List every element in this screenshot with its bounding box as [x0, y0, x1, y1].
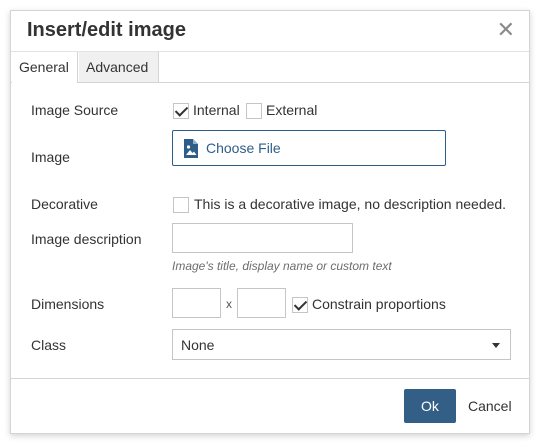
width-input[interactable]: [172, 288, 221, 318]
insert-image-dialog: Insert/edit image ✕ General Advanced Ima…: [10, 10, 530, 434]
image-source-label: Image Source: [31, 102, 119, 118]
image-description-input[interactable]: [172, 223, 353, 253]
class-select-value: None: [181, 337, 215, 353]
dialog-titlebar: Insert/edit image ✕: [11, 11, 529, 52]
dimension-separator: x: [226, 297, 232, 311]
height-input[interactable]: [237, 288, 286, 318]
external-label[interactable]: External: [266, 102, 317, 118]
tab-general[interactable]: General: [12, 52, 78, 83]
tab-advanced[interactable]: Advanced: [79, 52, 159, 82]
dialog-footer: Ok Cancel: [11, 378, 529, 433]
ok-button[interactable]: Ok: [404, 389, 456, 423]
decorative-label: Decorative: [31, 196, 98, 212]
tab-bar: General Advanced: [11, 52, 529, 83]
image-description-help: Image's title, display name or custom te…: [172, 259, 392, 273]
dimensions-label: Dimensions: [31, 296, 105, 312]
image-description-label: Image description: [31, 231, 142, 247]
external-checkbox[interactable]: [246, 103, 262, 119]
dialog-title: Insert/edit image: [27, 19, 186, 41]
constrain-label[interactable]: Constrain proportions: [312, 296, 446, 312]
decorative-checkbox-label[interactable]: This is a decorative image, no descripti…: [194, 196, 506, 212]
internal-label[interactable]: Internal: [193, 102, 240, 118]
decorative-checkbox[interactable]: [173, 197, 189, 213]
chevron-down-icon: [492, 343, 500, 348]
image-file-icon: [184, 139, 198, 158]
class-select[interactable]: None: [172, 329, 511, 360]
image-label: Image: [31, 149, 70, 165]
cancel-button[interactable]: Cancel: [468, 389, 512, 423]
internal-checkbox[interactable]: [173, 103, 189, 119]
class-label: Class: [31, 337, 67, 353]
close-icon[interactable]: ✕: [497, 17, 515, 43]
constrain-checkbox[interactable]: [292, 297, 308, 313]
choose-file-button[interactable]: Choose File: [172, 130, 446, 166]
choose-file-label: Choose File: [206, 140, 281, 156]
